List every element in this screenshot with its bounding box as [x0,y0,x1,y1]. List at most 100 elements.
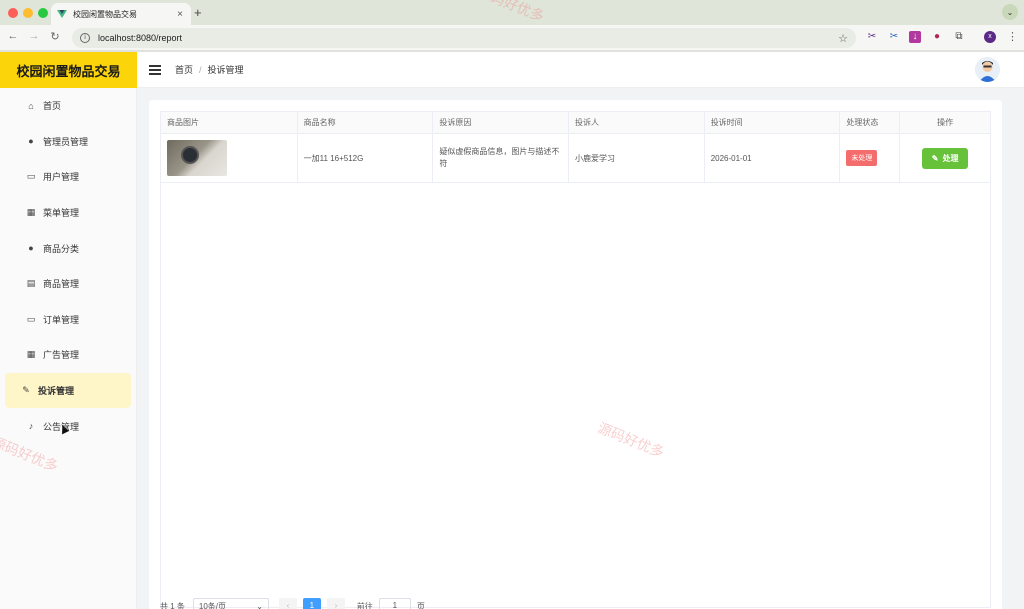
maximize-window-button[interactable] [38,8,48,18]
scissors-extension-icon[interactable]: ✂ [866,31,878,43]
bell-icon: ♪ [28,421,34,432]
back-icon[interactable]: ← [6,30,20,42]
app-root: 校园闲置物品交易 ⌂ 首页 ● 管理员管理 ▭ 用户管理 ▦ 菜单管理 ● 商品分类 ▤ 商… [0,52,1024,609]
profile-avatar[interactable]: x [984,31,996,43]
handle-button-label: 处理 [942,153,959,163]
sidebar-item-home[interactable]: ⌂ 首页 [5,88,131,124]
total-count: 共 1 条 [160,601,185,609]
page-suffix: 页 [416,601,425,609]
sidebar-item-label: 商品分类 [43,243,80,254]
product-thumbnail[interactable] [167,140,227,176]
column-header: 操作 [937,118,954,127]
browser-menu-icon[interactable]: ⋮ [1007,30,1018,43]
sidebar-item-label: 投诉管理 [38,386,75,397]
top-header: 首页 / 投诉管理 [137,52,1024,88]
tab-close-icon[interactable]: × [175,9,185,20]
sidebar: 校园闲置物品交易 ⌂ 首页 ● 管理员管理 ▭ 用户管理 ▦ 菜单管理 ● 商品分类 ▤ 商… [0,52,137,609]
tab-search-icon[interactable]: ⌄ [1002,4,1018,20]
status-cell: 未处理 [840,134,901,182]
sidebar-item-ads[interactable]: ▦ 广告管理 [5,337,131,373]
sidebar-item-menus[interactable]: ▦ 菜单管理 [5,195,131,231]
column-header: 投诉人 [569,112,705,133]
minimize-window-button[interactable] [23,8,33,18]
page-size-value: 10条/页 [198,601,227,609]
home-icon: ⌂ [28,100,34,111]
calendar-icon: ▦ [26,349,36,360]
monitor-icon: ▭ [26,313,36,324]
column-header: 投诉原因 [433,112,570,133]
tab-title: 校园闲置物品交易 [73,9,137,19]
pagination: 共 1 条 10条/页 ⌄ ‹ 1 › 前往 1 页 [160,598,425,609]
product-image-cell [161,134,298,182]
sidebar-item-categories[interactable]: ● 商品分类 [5,230,131,266]
sidebar-item-notices[interactable]: ♪ 公告管理 [5,408,131,444]
product-name: 一加11 16+512G [298,134,434,182]
main-content: 商品图片 商品名称 投诉原因 投诉人 投诉时间 处理状态 操作 一加11 16+… [137,88,1024,609]
user-icon: ● [28,243,34,254]
browser-tabbar: 校园闲置物品交易 × + ⌄ [0,0,1024,25]
sidebar-item-label: 管理员管理 [43,136,89,147]
goto-page-input[interactable]: 1 [378,598,411,609]
page-size-select[interactable]: 10条/页 ⌄ [192,598,269,609]
sidebar-item-orders[interactable]: ▭ 订单管理 [5,302,131,338]
sidebar-item-admins[interactable]: ● 管理员管理 [5,124,131,160]
address-bar[interactable]: i localhost:8080/report ☆ [72,28,856,48]
reload-icon[interactable]: ↻ [48,30,62,43]
column-header: 商品图片 [161,112,298,133]
new-tab-button[interactable]: + [194,5,202,20]
folder-icon: ▭ [26,171,36,182]
sidebar-item-label: 菜单管理 [43,208,80,219]
complaint-reason: 疑似虚假商品信息，图片与描述不符 [433,134,570,182]
sidebar-item-label: 首页 [43,101,62,112]
sidebar-item-label: 用户管理 [43,172,80,183]
vue-logo-icon [57,10,67,18]
status-badge: 未处理 [846,150,878,166]
complaint-time: 2026-01-01 [705,134,841,182]
menu-toggle-icon[interactable] [149,64,161,75]
action-cell: ✎ 处理 [900,134,990,182]
sidebar-item-label: 广告管理 [43,350,80,361]
prev-page-button[interactable]: ‹ [278,598,297,609]
avatar[interactable] [975,57,1000,82]
breadcrumb-current: 投诉管理 [207,65,244,75]
table-row: 一加11 16+512G 疑似虚假商品信息，图片与描述不符 小鹿爱学习 2026… [161,134,990,183]
app-logo: 校园闲置物品交易 [0,52,137,88]
ghost-extension-icon[interactable]: ● [931,31,943,43]
sidebar-item-complaints[interactable]: ✎ 投诉管理 [5,372,131,409]
edit-icon: ✎ [22,385,30,396]
puzzle-extension-icon[interactable]: ⧉ [953,31,965,43]
user-icon: ● [28,136,34,147]
next-page-button[interactable]: › [326,598,345,609]
complaints-table: 商品图片 商品名称 投诉原因 投诉人 投诉时间 处理状态 操作 一加11 16+… [160,111,991,608]
close-window-button[interactable] [8,8,18,18]
chevron-down-icon: ⌄ [256,601,263,609]
document-icon: ▤ [26,278,36,289]
sidebar-menu: ⌂ 首页 ● 管理员管理 ▭ 用户管理 ▦ 菜单管理 ● 商品分类 ▤ 商品管理 ▭ 订单管理… [0,88,136,444]
bookmark-star-icon[interactable]: ☆ [838,32,848,45]
breadcrumb-separator: / [199,65,202,75]
edit-icon: ✎ [931,153,939,163]
download-extension-icon[interactable]: ↓ [909,31,921,43]
forward-icon[interactable]: → [27,30,41,42]
reporter: 小鹿爱学习 [569,134,705,182]
sidebar-item-label: 商品管理 [43,279,80,290]
complaints-card: 商品图片 商品名称 投诉原因 投诉人 投诉时间 处理状态 操作 一加11 16+… [149,100,1002,609]
extension-icon[interactable]: ✂ [888,31,900,43]
grid-icon: ▦ [26,207,36,218]
column-header: 商品名称 [298,112,434,133]
sidebar-item-products[interactable]: ▤ 商品管理 [5,266,131,302]
browser-tab[interactable]: 校园闲置物品交易 × [51,3,191,25]
site-info-icon[interactable]: i [80,33,90,43]
page-number-button[interactable]: 1 [302,598,321,609]
goto-label: 前往 [356,601,373,609]
table-header: 商品图片 商品名称 投诉原因 投诉人 投诉时间 处理状态 操作 [161,112,990,134]
column-header: 投诉时间 [705,112,841,133]
handle-button[interactable]: ✎ 处理 [921,147,969,169]
avatar-image-icon [975,57,1000,82]
column-header: 处理状态 [840,112,901,133]
url-text[interactable]: localhost:8080/report [98,33,838,43]
breadcrumb: 首页 / 投诉管理 [175,63,244,76]
sidebar-item-label: 订单管理 [43,314,80,325]
breadcrumb-home[interactable]: 首页 [175,65,193,75]
sidebar-item-users[interactable]: ▭ 用户管理 [5,159,131,195]
